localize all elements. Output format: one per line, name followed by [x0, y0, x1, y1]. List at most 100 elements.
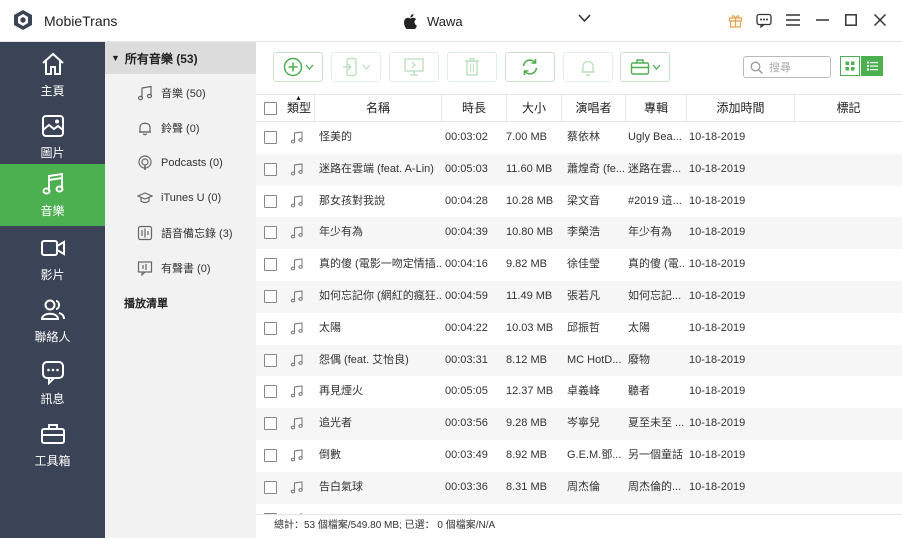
nav-item-photos[interactable]: 圖片	[0, 106, 105, 168]
grid-view-button[interactable]	[840, 56, 860, 76]
cell-artist: 岑寧兒	[567, 417, 600, 430]
cell-duration: 00:04:28	[445, 194, 488, 207]
gift-icon[interactable]	[727, 12, 743, 28]
table-row[interactable]: 追光者 00:03:56 9.28 MB 岑寧兒 夏至未至 ... 10-18-2019	[256, 408, 902, 440]
cell-added: 10-18-2019	[689, 162, 746, 175]
nav-item-home[interactable]: 主頁	[0, 44, 105, 106]
minimize-icon[interactable]	[814, 12, 830, 28]
nav-item-video[interactable]: 影片	[0, 228, 105, 290]
video-camera-icon	[40, 240, 65, 256]
row-checkbox[interactable]	[264, 385, 277, 399]
table-row[interactable]: 年少有為 00:04:39 10.80 MB 李榮浩 年少有為 10-18-2019	[256, 217, 902, 250]
table-row[interactable]: 再見煙火 00:05:05 12.37 MB 卓義峰 聽者 10-18-2019	[256, 376, 902, 408]
table-row[interactable]: 那女孩對我說 00:04:28 10.28 MB 梁文音 #2019 這... 10-18…	[256, 186, 902, 218]
cell-size	[506, 504, 561, 514]
export-to-device-button[interactable]	[331, 52, 381, 82]
playlist-heading[interactable]: 播放清單	[124, 295, 168, 311]
column-added[interactable]: 添加時間	[686, 95, 794, 121]
category-item-ringtones[interactable]: 鈴聲 (0)	[137, 118, 200, 138]
cell-album: 夏至未至 ...	[628, 417, 685, 430]
list-icon	[866, 61, 878, 71]
nav-label: 聯絡人	[34, 330, 71, 344]
column-tag[interactable]: 標記	[794, 95, 902, 121]
delete-button[interactable]	[447, 52, 497, 82]
table-row[interactable]: 倒數 00:03:49 8.92 MB G.E.M.鄧... 另一個童話 10-18-20…	[256, 440, 902, 472]
nav-item-music[interactable]: 音樂	[0, 164, 105, 226]
search-box[interactable]: 搜尋	[743, 56, 831, 78]
table-row[interactable]	[256, 504, 902, 514]
select-all-checkbox[interactable]	[264, 102, 277, 115]
menu-icon[interactable]	[785, 12, 801, 28]
column-album[interactable]: 專輯	[625, 95, 686, 121]
table-row[interactable]: 怪美的 00:03:02 7.00 MB 蔡依林 Ugly Bea... 10-18-20…	[256, 122, 902, 154]
table-row[interactable]: 怨偶 (feat. 艾怡良) 00:03:31 8.12 MB MC HotD... 廢…	[256, 344, 902, 377]
cell-name: 那女孩對我說	[319, 194, 385, 207]
export-computer-icon	[404, 58, 424, 76]
row-checkbox[interactable]	[264, 449, 277, 462]
cell-name: 追光者	[319, 417, 352, 430]
category-all-music[interactable]: ▼ 所有音樂 (53)	[105, 42, 256, 74]
column-size[interactable]: 大小	[506, 95, 561, 121]
app-title: MobieTrans	[44, 13, 118, 29]
chevron-down-icon	[362, 64, 370, 70]
row-checkbox[interactable]	[264, 162, 277, 176]
list-view-button[interactable]	[861, 56, 883, 76]
export-to-pc-button[interactable]	[389, 52, 439, 82]
category-item-music[interactable]: 音樂 (50)	[137, 83, 206, 103]
category-item-voice-memos[interactable]: 語音備忘錄 (3)	[137, 223, 233, 243]
table-row[interactable]: 真的傻 (電影一吻定情插... 00:04:16 9.82 MB 徐佳瑩 真的傻 (電.…	[256, 249, 902, 281]
add-button[interactable]	[273, 52, 323, 82]
toolkit-button[interactable]	[620, 52, 670, 82]
refresh-button[interactable]	[505, 52, 555, 82]
table-row[interactable]: 迷路在雲端 (feat. A-Lin) 00:05:03 11.60 MB 蕭煌奇 (…	[256, 153, 902, 186]
category-item-podcasts[interactable]: Podcasts (0)	[137, 153, 223, 173]
table-row[interactable]: 告白氣球 00:03:36 8.31 MB 周杰倫 周杰倫的... 10-18-2019	[256, 471, 902, 504]
table-body: 怪美的 00:03:02 7.00 MB 蔡依林 Ugly Bea... 10-18-20…	[256, 122, 902, 514]
nav-item-toolbox[interactable]: 工具箱	[0, 414, 105, 476]
row-checkbox[interactable]	[264, 290, 277, 303]
row-checkbox[interactable]	[264, 353, 277, 367]
cell-album: 太陽	[628, 321, 650, 334]
cell-duration: 00:03:56	[445, 417, 488, 430]
cell-artist: 卓義峰	[567, 385, 600, 398]
row-checkbox[interactable]	[264, 226, 277, 240]
cell-duration: 00:04:39	[445, 226, 488, 239]
refresh-icon	[522, 59, 538, 75]
column-type[interactable]: 類型 ▲	[284, 95, 314, 121]
column-duration[interactable]: 時長	[441, 95, 506, 121]
music-note-icon	[290, 354, 303, 367]
chevron-down-icon[interactable]	[578, 14, 591, 23]
collapse-triangle-icon[interactable]: ▼	[111, 53, 120, 63]
row-checkbox[interactable]	[264, 194, 277, 208]
row-checkbox[interactable]	[264, 258, 277, 272]
category-item-itunes-u[interactable]: iTunes U (0)	[137, 188, 221, 208]
cell-size: 8.12 MB	[506, 353, 547, 366]
cell-added: 10-18-2019	[689, 321, 746, 334]
device-selector[interactable]: Wawa	[404, 10, 463, 32]
grid-icon	[845, 61, 855, 71]
close-icon[interactable]	[872, 12, 888, 28]
column-name[interactable]: 名稱	[314, 95, 441, 121]
cell-size: 7.00 MB	[506, 131, 547, 143]
category-item-audiobooks[interactable]: 有聲書 (0)	[137, 258, 211, 278]
cell-duration: 00:05:03	[445, 162, 488, 175]
row-checkbox[interactable]	[264, 131, 277, 144]
feedback-icon[interactable]	[756, 12, 772, 28]
row-checkbox[interactable]	[264, 417, 277, 431]
cell-duration	[445, 504, 505, 514]
nav-item-contacts[interactable]: 聯絡人	[0, 290, 105, 352]
category-label: 音樂 (50)	[161, 88, 206, 100]
maximize-icon[interactable]	[843, 12, 859, 28]
cell-name: 告白氣球	[319, 480, 363, 493]
nav-item-messages[interactable]: 訊息	[0, 352, 105, 414]
cell-artist: 徐佳瑩	[567, 258, 600, 271]
set-ringtone-button[interactable]	[563, 52, 613, 82]
table-row[interactable]: 太陽 00:04:22 10.03 MB 邱振哲 太陽 10-18-2019	[256, 313, 902, 345]
column-artist[interactable]: 演唱者	[561, 95, 625, 121]
app-logo-icon	[14, 10, 32, 30]
row-checkbox[interactable]	[264, 321, 277, 335]
music-note-icon	[137, 85, 153, 101]
cell-album: 迷路在雲...	[628, 162, 682, 175]
row-checkbox[interactable]	[264, 480, 277, 494]
table-row[interactable]: 如何忘記你 (網紅的瘋狂... 00:04:59 11.49 MB 張若凡 如何忘記..…	[256, 281, 902, 313]
